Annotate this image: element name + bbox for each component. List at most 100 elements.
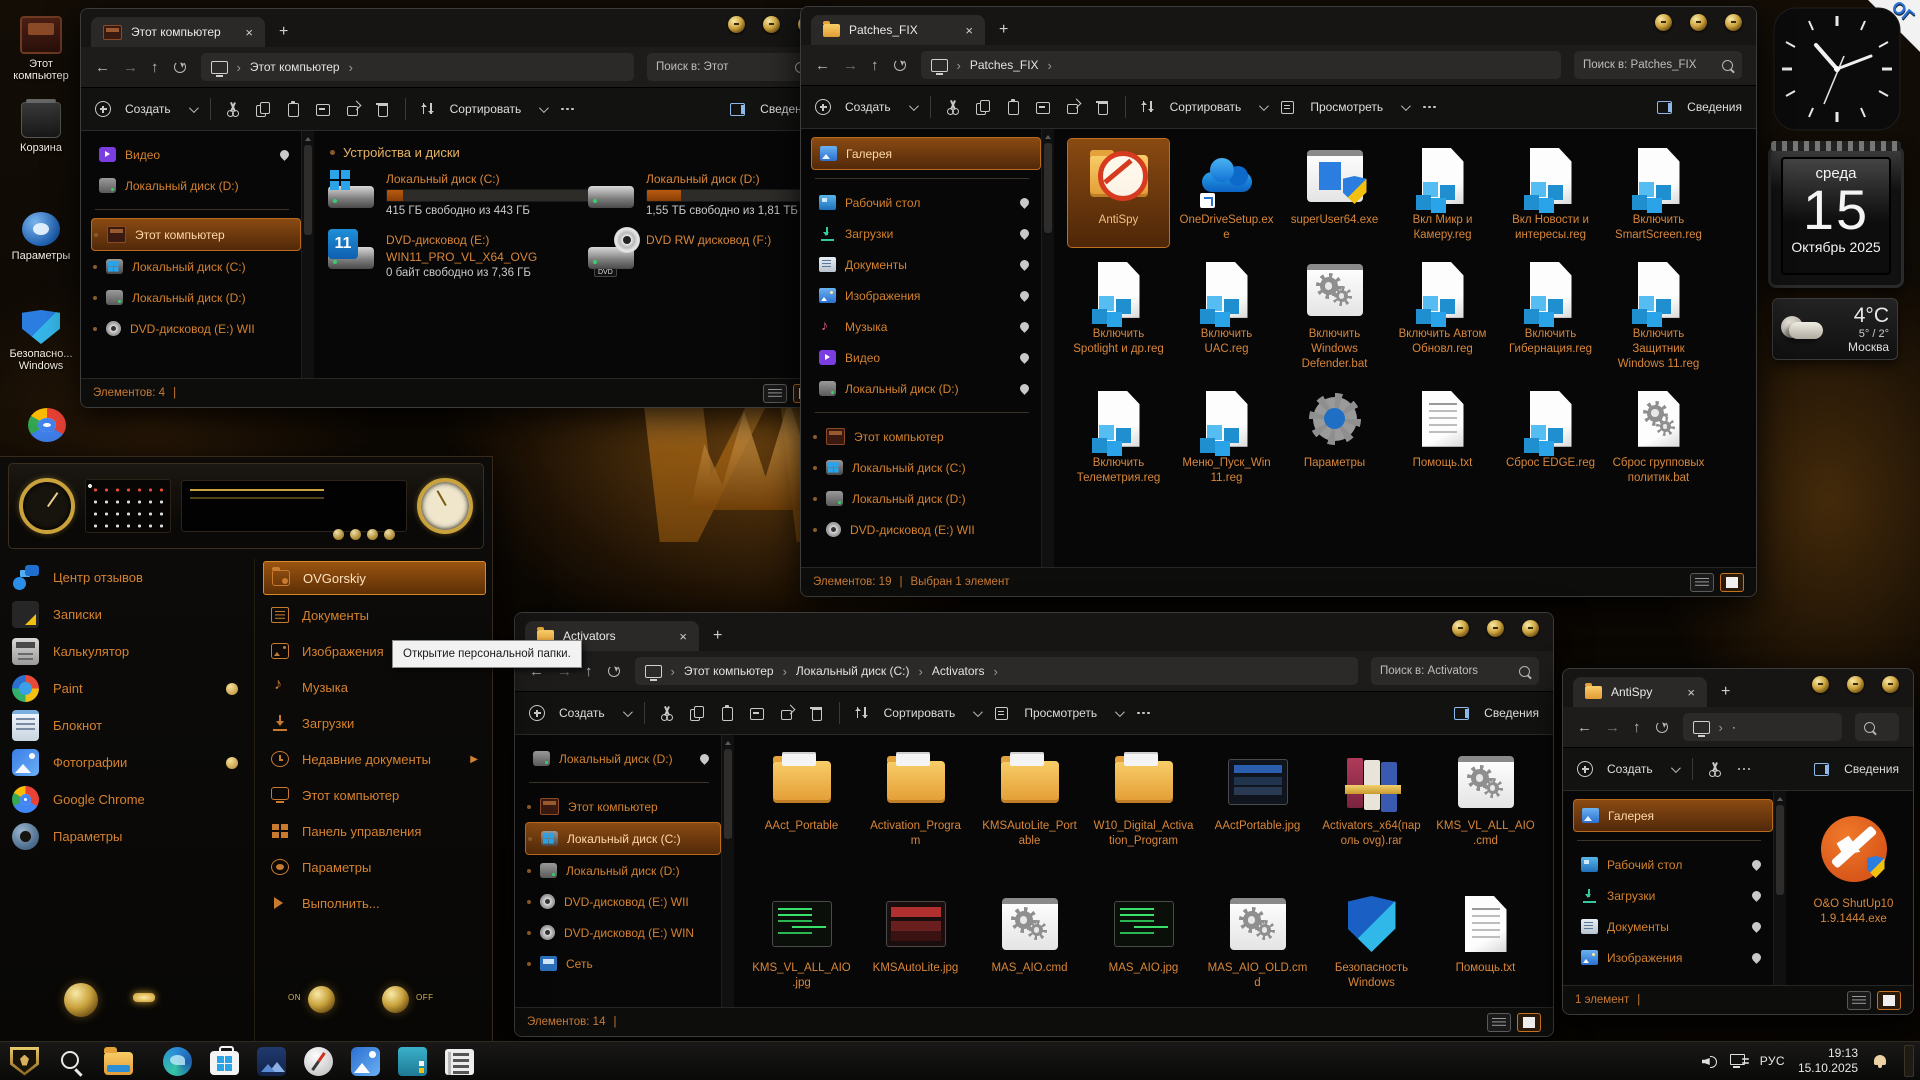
tray-clock[interactable]: 19:13 15.10.2025: [1798, 1046, 1858, 1076]
cut-icon[interactable]: [659, 705, 675, 721]
sidebar-scrollbar[interactable]: [301, 131, 314, 378]
sidebar-item-этот-компьютер[interactable]: Этот компьютер: [525, 791, 721, 822]
paste-icon[interactable]: [719, 705, 735, 721]
sidebar-item-локальный-диск-c-[interactable]: Локальный диск (C:): [811, 452, 1041, 483]
rename-icon[interactable]: [315, 101, 331, 117]
sidebar-item-галерея[interactable]: Галерея: [1573, 799, 1773, 832]
edge-icon[interactable]: [163, 1047, 192, 1076]
list-view-button[interactable]: [1487, 1013, 1511, 1032]
sidebar-item-документы[interactable]: Документы: [811, 249, 1041, 280]
file-item[interactable]: MAS_AIO.jpg: [1090, 887, 1197, 1007]
desktop-icon-recycle-bin[interactable]: Корзина: [4, 102, 78, 154]
new-icon[interactable]: [529, 705, 545, 721]
tab-close-icon[interactable]: ×: [1673, 685, 1695, 700]
file-item[interactable]: Включить Телеметрия.reg: [1068, 382, 1169, 490]
file-item[interactable]: Activators_x64(пароль ovg).rar: [1318, 745, 1425, 881]
photos-legacy-icon[interactable]: [257, 1047, 286, 1076]
weather-widget[interactable]: 4°C 5° / 2° Москва: [1772, 298, 1898, 360]
breadcrumb[interactable]: › Patches_FIX ›: [921, 51, 1562, 79]
sort-icon[interactable]: [420, 101, 436, 117]
cut-icon[interactable]: [1707, 761, 1723, 777]
back-icon[interactable]: ←: [815, 57, 830, 74]
view-button[interactable]: Просмотреть: [1310, 100, 1383, 114]
start-menu-item-документы[interactable]: Документы: [263, 597, 486, 633]
sidebar-item-изображения[interactable]: Изображения: [1573, 942, 1773, 973]
minimize-button[interactable]: [1812, 676, 1829, 693]
delete-icon[interactable]: [1095, 99, 1111, 115]
show-desktop-strip[interactable]: [1904, 1045, 1914, 1077]
up-icon[interactable]: ↑: [151, 59, 159, 76]
file-item[interactable]: AActPortable.jpg: [1204, 745, 1311, 881]
file-item[interactable]: W10_Digital_Activation_Program: [1090, 745, 1197, 881]
minimize-button[interactable]: [1655, 14, 1672, 31]
start-app-paint[interactable]: Paint: [12, 670, 254, 707]
breadcrumb-item[interactable]: Этот компьютер: [684, 664, 774, 678]
file-item[interactable]: AntiSpy: [1068, 139, 1169, 247]
copy-icon[interactable]: [689, 705, 705, 721]
sidebar-item-dvd-дисковод-e-wii[interactable]: DVD-дисковод (E:) WII: [91, 313, 301, 344]
new-icon[interactable]: [95, 101, 111, 117]
tab-this-pc[interactable]: Этот компьютер ×: [91, 17, 265, 47]
printer-app-icon[interactable]: [445, 1049, 474, 1075]
drive-item[interactable]: DVDDVD RW дисковод (F:): [588, 233, 829, 279]
sidebar-item-локальный-диск-d-[interactable]: Локальный диск (D:): [811, 373, 1041, 404]
sidebar-item-сеть[interactable]: Сеть: [525, 948, 721, 979]
details-icon[interactable]: [730, 101, 746, 117]
file-item[interactable]: Помощь.txt: [1392, 382, 1493, 490]
start-menu-item-ovgorskiy[interactable]: OVGorskiy: [263, 561, 486, 595]
breadcrumb[interactable]: › ·: [1683, 713, 1843, 741]
sidebar-item-загрузки[interactable]: Загрузки: [811, 218, 1041, 249]
file-item[interactable]: MAS_AIO.cmd: [976, 887, 1083, 1007]
file-item[interactable]: Включить UAC.reg: [1176, 253, 1277, 376]
icons-view-button[interactable]: [1720, 573, 1744, 592]
compass-browser-icon[interactable]: [304, 1047, 333, 1076]
details-button[interactable]: Сведения: [1844, 762, 1899, 776]
sidebar-item-локальный-диск-c-[interactable]: Локальный диск (C:): [91, 251, 301, 282]
start-app-calc[interactable]: Калькулятор: [12, 633, 254, 670]
sidebar-item-видео[interactable]: Видео: [811, 342, 1041, 373]
sidebar-item-этот-компьютер[interactable]: Этот компьютер: [811, 421, 1041, 452]
maximize-button[interactable]: [763, 16, 780, 33]
start-app-photos[interactable]: Фотографии: [12, 744, 254, 781]
copy-icon[interactable]: [255, 101, 271, 117]
file-item[interactable]: Помощь.txt: [1432, 887, 1539, 1007]
minimize-button[interactable]: [728, 16, 745, 33]
sidebar-item-локальный-диск-d-[interactable]: Локальный диск (D:): [525, 743, 721, 774]
up-icon[interactable]: ↑: [1633, 719, 1641, 736]
start-menu-item-загрузки[interactable]: Загрузки: [263, 705, 486, 741]
new-tab-button[interactable]: +: [279, 23, 288, 41]
sidebar-item-dvd-дисковод-e-wii[interactable]: DVD-дисковод (E:) WII: [811, 514, 1041, 545]
section-header[interactable]: Устройства и диски: [330, 145, 823, 160]
details-button[interactable]: Сведения: [1687, 100, 1742, 114]
sidebar-item-локальный-диск-c-[interactable]: Локальный диск (C:): [525, 822, 721, 855]
taskbar-search-icon[interactable]: [57, 1047, 86, 1076]
start-app-notes[interactable]: Записки: [12, 596, 254, 633]
search-input[interactable]: Поиск в: Этот: [647, 53, 815, 81]
tab-patches-fix[interactable]: Patches_FIX ×: [811, 15, 985, 45]
file-item[interactable]: Включить Защитник Windows 11.reg: [1608, 253, 1709, 376]
list-view-button[interactable]: [763, 384, 787, 403]
sidebar-item-локальный-диск-d-[interactable]: Локальный диск (D:): [525, 855, 721, 886]
breadcrumb-item[interactable]: Patches_FIX: [970, 58, 1039, 72]
file-item[interactable]: Включить SmartScreen.reg: [1608, 139, 1709, 247]
file-item[interactable]: Включить Гибернация.reg: [1500, 253, 1601, 376]
sidebar-item-этот-компьютер[interactable]: Этот компьютер: [91, 218, 301, 251]
new-icon[interactable]: [1577, 761, 1593, 777]
maximize-button[interactable]: [1847, 676, 1864, 693]
file-explorer-icon[interactable]: [104, 1052, 133, 1075]
file-item[interactable]: Вкл Новости и интересы.reg: [1500, 139, 1601, 247]
file-item[interactable]: Включить Windows Defender.bat: [1284, 253, 1385, 376]
sort-button[interactable]: Сортировать: [450, 102, 522, 116]
file-item[interactable]: OneDriveSetup.exe: [1176, 139, 1277, 247]
desktop-icon-windows-security[interactable]: Безопасно... Windows: [4, 310, 78, 372]
sidebar-item-локальный-диск-d-[interactable]: Локальный диск (D:): [811, 483, 1041, 514]
new-tab-button[interactable]: +: [713, 627, 722, 645]
sidebar-item-локальный-диск-d-[interactable]: Локальный диск (D:): [91, 170, 301, 201]
breadcrumb[interactable]: › Этот компьютер › Локальный диск (C:) ›…: [635, 657, 1359, 685]
close-button[interactable]: [1725, 14, 1742, 31]
refresh-icon[interactable]: [172, 59, 188, 75]
back-icon[interactable]: ←: [95, 59, 110, 76]
sort-icon[interactable]: [854, 705, 870, 721]
breadcrumb-item[interactable]: Activators: [932, 664, 985, 678]
breadcrumb-item[interactable]: Локальный диск (C:): [796, 664, 910, 678]
